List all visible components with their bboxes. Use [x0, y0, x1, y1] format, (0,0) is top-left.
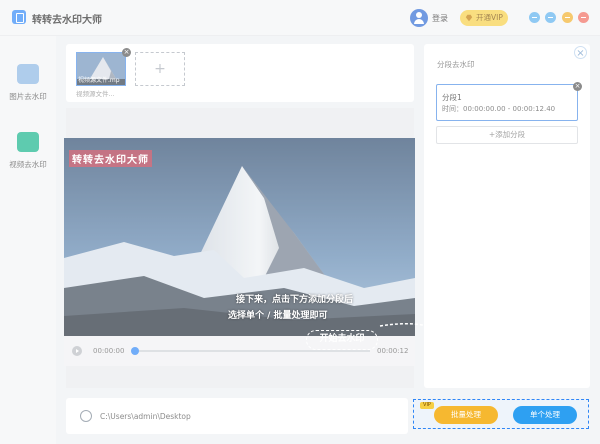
vip-badge: VIP	[420, 402, 434, 409]
batch-process-button[interactable]: 批量处理	[434, 406, 498, 424]
single-process-button[interactable]: 单个处理	[513, 406, 577, 424]
guide-arrow-icon	[379, 322, 472, 383]
